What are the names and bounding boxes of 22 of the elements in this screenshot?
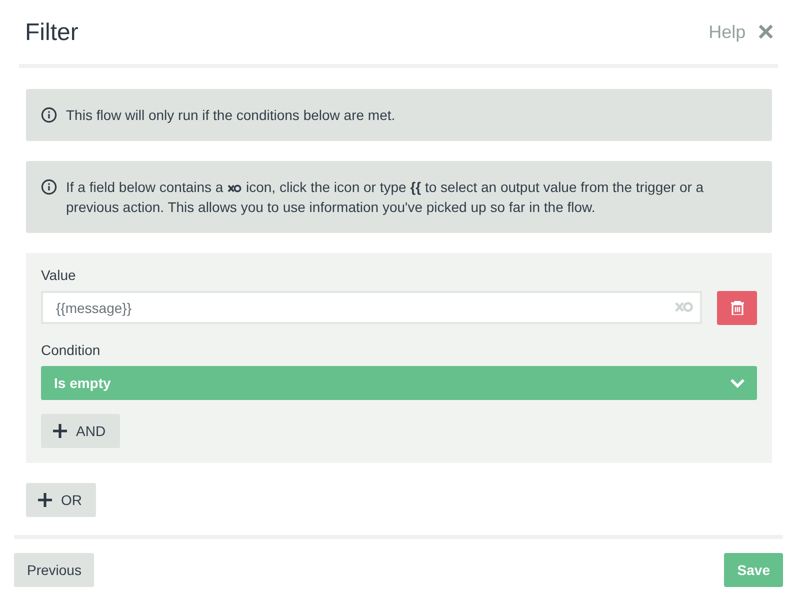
field-label: Value — [41, 267, 76, 283]
infinity-icon — [227, 184, 242, 193]
value-field[interactable]: {{message}} — [41, 291, 702, 324]
info-text: If a field below contains a — [66, 179, 224, 195]
add-and-button[interactable]: AND — [41, 414, 120, 448]
plus-icon — [38, 493, 52, 507]
info-text: This flow will only run if the conditions below are met. — [66, 106, 396, 125]
previous-button[interactable]: Previous — [14, 553, 94, 587]
help-link[interactable]: Help — [708, 22, 746, 42]
chevron-down-icon — [730, 378, 745, 388]
trash-icon — [730, 301, 744, 315]
info-icon — [41, 179, 57, 195]
info-icon — [41, 107, 57, 123]
close-button[interactable]: × — [758, 18, 774, 46]
infinity-icon — [674, 301, 694, 313]
plus-icon — [53, 424, 67, 438]
field-label: Condition — [41, 342, 100, 358]
info-text: icon, click the icon or type {{ to select an output value from the trigger or a — [246, 179, 704, 195]
add-or-button[interactable]: OR — [26, 483, 96, 517]
dialog-title: Filter — [25, 18, 80, 47]
delete-button[interactable] — [717, 291, 757, 325]
info-text: previous action. This allows you to use information you've picked up so far in the flow. — [66, 198, 596, 217]
